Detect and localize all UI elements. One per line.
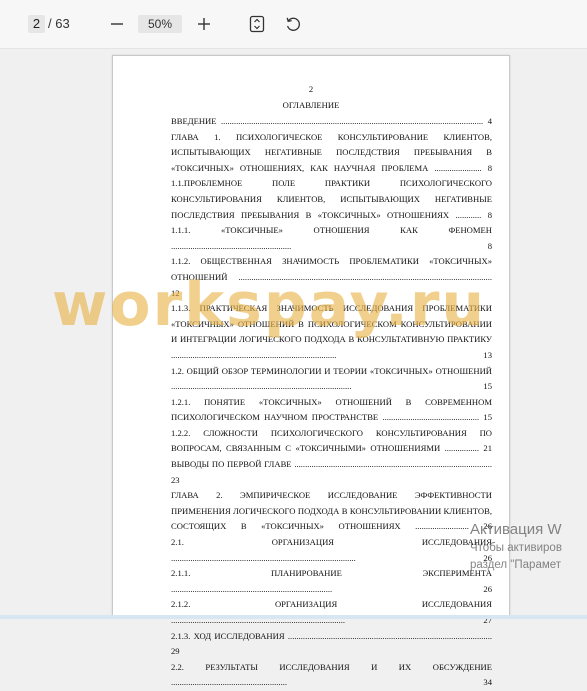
page-number: 2 bbox=[308, 84, 314, 94]
plus-icon bbox=[198, 18, 210, 30]
toc-entry: ВВЕДЕНИЕ ...............................… bbox=[171, 116, 492, 126]
zoom-level-input[interactable]: 50% bbox=[138, 15, 182, 33]
toc-entry: 1.1.1. «ТОКСИЧНЫЕ» ОТНОШЕНИЯ КАК ФЕНОМЕН… bbox=[171, 225, 492, 251]
fit-page-icon bbox=[249, 15, 265, 33]
minus-icon bbox=[111, 23, 123, 25]
current-page-input[interactable]: 2 bbox=[28, 15, 45, 33]
toc-entry: ВЫВОДЫ ПО ПЕРВОЙ ГЛАВЕ .................… bbox=[171, 459, 492, 485]
toc-entry: ГЛАВА 2. ЭМПИРИЧЕСКОЕ ИССЛЕДОВАНИЕ ЭФФЕК… bbox=[171, 490, 492, 532]
zoom-in-button[interactable] bbox=[192, 12, 216, 36]
toc-entry: 2.1. ОРГАНИЗАЦИЯ ИССЛЕДОВАНИЯ ..........… bbox=[171, 537, 492, 563]
rotate-button[interactable] bbox=[281, 12, 305, 36]
toc-entry: ГЛАВА 1. ПСИХОЛОГИЧЕСКОЕ КОНСУЛЬТИРОВАНИ… bbox=[171, 131, 492, 173]
toc-entry: 2.1.3. ХОД ИССЛЕДОВАНИЯ ................… bbox=[171, 630, 492, 657]
zoom-out-button[interactable] bbox=[105, 12, 129, 36]
toc-entry: 2.1.1. ПЛАНИРОВАНИЕ ЭКСПЕРИМЕНТА .......… bbox=[171, 568, 492, 594]
taskbar-edge bbox=[0, 615, 587, 619]
rotate-icon bbox=[286, 17, 300, 31]
toc-entry: 1.2.1. ПОНЯТИЕ «ТОКСИЧНЫХ» ОТНОШЕНИЙ В С… bbox=[171, 396, 492, 423]
toc-entry: 1.2. ОБЩИЙ ОБЗОР ТЕРМИНОЛОГИИ И ТЕОРИИ «… bbox=[171, 365, 492, 392]
toc-entry: 1.1.2. ОБЩЕСТВЕННАЯ ЗНАЧИМОСТЬ ПРОБЛЕМАТ… bbox=[171, 256, 492, 298]
fit-page-button[interactable] bbox=[245, 12, 269, 36]
toc-entry: 2.1.2. ОРГАНИЗАЦИЯ ИССЛЕДОВАНИЯ ........… bbox=[171, 599, 492, 625]
toc-entry: 1.2.2. СЛОЖНОСТИ ПСИХОЛОГИЧЕСКОГО КОНСУЛ… bbox=[171, 427, 492, 454]
toc-entry: 2.2. РЕЗУЛЬТАТЫ ИССЛЕДОВАНИЯ И ИХ ОБСУЖД… bbox=[171, 661, 492, 688]
toc-entry: 1.1.3. ПРАКТИЧЕСКАЯ ЗНАЧИМОСТЬ ИССЛЕДОВА… bbox=[171, 303, 492, 360]
total-pages-label: / 63 bbox=[48, 16, 70, 31]
document-viewer[interactable]: 2 ОГЛАВЛЕНИЕ ВВЕДЕНИЕ ..................… bbox=[0, 49, 587, 687]
toc-title: ОГЛАВЛЕНИЕ bbox=[282, 100, 340, 110]
toc-entry: 1.1.ПРОБЛЕМНОЕ ПОЛЕ ПРАКТИКИ ПСИХОЛОГИЧЕ… bbox=[171, 178, 492, 220]
pdf-toolbar: 2 / 63 50% bbox=[0, 0, 587, 49]
pdf-page: 2 ОГЛАВЛЕНИЕ ВВЕДЕНИЕ ..................… bbox=[112, 55, 510, 687]
table-of-contents: ВВЕДЕНИЕ ...............................… bbox=[171, 114, 492, 691]
